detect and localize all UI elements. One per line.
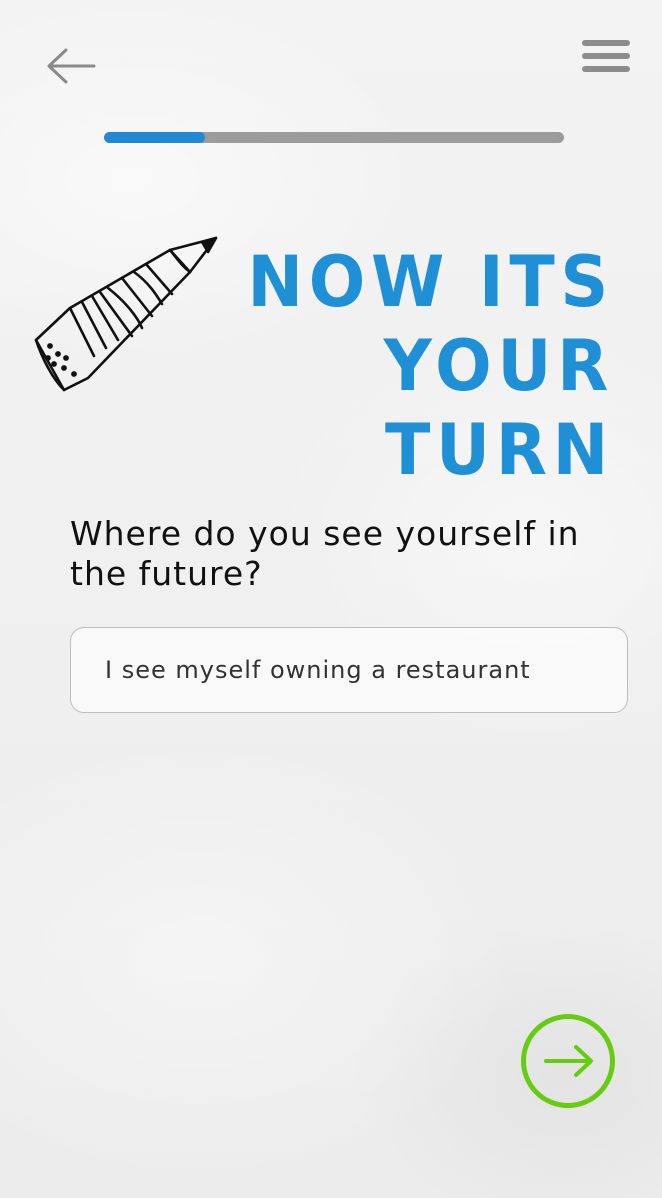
question-label: Where do you see yourself in the future? — [70, 514, 580, 593]
arrow-left-icon — [47, 48, 96, 84]
page-title-line-1: NOW ITS — [247, 241, 614, 323]
progress-bar — [104, 132, 564, 143]
menu-button[interactable] — [580, 38, 632, 76]
progress-bar-fill — [104, 132, 206, 143]
answer-input[interactable] — [70, 627, 628, 713]
page-title: NOW ITS YOUR TURN — [196, 240, 614, 492]
page-title-line-2: YOUR TURN — [383, 325, 614, 491]
arrow-right-icon — [544, 1045, 593, 1077]
back-button[interactable] — [44, 46, 98, 86]
next-button[interactable] — [521, 1014, 615, 1108]
hamburger-menu-icon — [582, 40, 630, 72]
